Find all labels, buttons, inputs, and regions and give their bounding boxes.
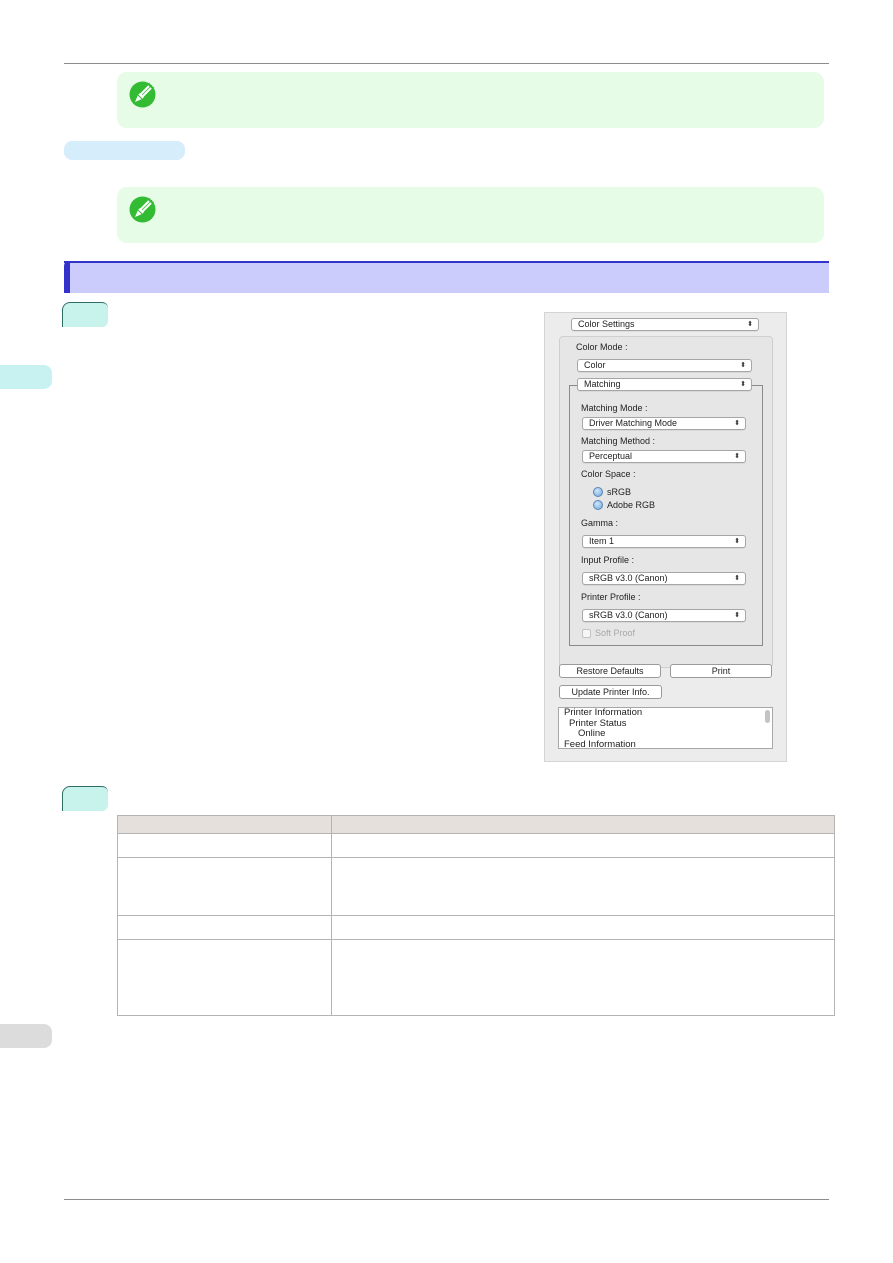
gamma-value: Item 1 — [589, 536, 615, 546]
printer-profile-select[interactable]: sRGB v3.0 (Canon) ⬍ — [582, 609, 746, 622]
restore-defaults-button[interactable]: Restore Defaults — [559, 664, 661, 678]
input-profile-select[interactable]: sRGB v3.0 (Canon) ⬍ — [582, 572, 746, 585]
table-cell — [117, 833, 332, 858]
matching-mode-label: Matching Mode : — [581, 403, 648, 413]
soft-proof-checkbox[interactable] — [582, 629, 591, 638]
section-heading — [64, 261, 829, 293]
select-arrows-icon: ⬍ — [734, 453, 740, 460]
chapter-tab[interactable] — [0, 365, 52, 389]
info-line: Feed Information — [564, 738, 636, 749]
footer-rule — [64, 1199, 829, 1200]
color-mode-select[interactable]: Color ⬍ — [577, 359, 752, 372]
page-tab — [0, 1024, 52, 1048]
matching-method-value: Perceptual — [589, 451, 633, 461]
printer-profile-value: sRGB v3.0 (Canon) — [589, 610, 668, 620]
radio-srgb[interactable] — [593, 487, 603, 497]
matching-method-label: Matching Method : — [581, 436, 656, 446]
table-row — [117, 939, 835, 1016]
step-marker — [62, 786, 108, 811]
radio-srgb-label: sRGB — [607, 487, 632, 497]
select-arrows-icon: ⬍ — [734, 420, 740, 427]
printer-profile-label: Printer Profile : — [581, 592, 641, 602]
table-header-cell — [331, 815, 835, 834]
note-box — [117, 187, 824, 243]
select-arrows-icon: ⬍ — [747, 321, 753, 328]
table-cell — [331, 857, 835, 916]
info-line: Printer Information — [564, 707, 643, 718]
color-space-label: Color Space : — [581, 469, 636, 479]
table-cell — [117, 939, 332, 1016]
color-mode-value: Color — [584, 360, 606, 370]
matching-mode-value: Driver Matching Mode — [589, 418, 678, 428]
pencil-note-icon — [129, 196, 156, 223]
input-profile-value: sRGB v3.0 (Canon) — [589, 573, 668, 583]
table-row — [117, 915, 835, 940]
print-button[interactable]: Print — [670, 664, 772, 678]
panel-select[interactable]: Color Settings ⬍ — [571, 318, 759, 331]
info-list-scrollbar[interactable] — [765, 710, 770, 723]
header-rule — [64, 63, 829, 64]
table-cell — [331, 915, 835, 940]
update-printer-info-button[interactable]: Update Printer Info. — [559, 685, 662, 699]
table-header-cell — [117, 815, 332, 834]
select-arrows-icon: ⬍ — [734, 538, 740, 545]
table-cell — [117, 857, 332, 916]
matching-mode-select[interactable]: Driver Matching Mode ⬍ — [582, 417, 746, 430]
soft-proof-label: Soft Proof — [595, 628, 636, 638]
select-arrows-icon: ⬍ — [740, 362, 746, 369]
input-profile-label: Input Profile : — [581, 555, 635, 565]
matching-group-value: Matching — [584, 379, 621, 389]
step-marker — [62, 302, 108, 327]
table-row — [117, 857, 835, 916]
matching-method-select[interactable]: Perceptual ⬍ — [582, 450, 746, 463]
radio-adobe-rgb[interactable] — [593, 500, 603, 510]
select-arrows-icon: ⬍ — [734, 575, 740, 582]
info-line: Online — [578, 728, 606, 739]
select-arrows-icon: ⬍ — [734, 612, 740, 619]
table-cell — [331, 939, 835, 1016]
table-cell — [331, 833, 835, 858]
table-row — [117, 833, 835, 858]
note-box — [117, 72, 824, 128]
printer-info-list[interactable]: Printer Information Printer Status Onlin… — [558, 707, 773, 749]
gamma-select[interactable]: Item 1 ⬍ — [582, 535, 746, 548]
settings-table — [117, 815, 835, 1016]
pencil-note-icon — [129, 81, 156, 108]
color-settings-dialog: Color Settings ⬍ Color Mode : Color ⬍ Ma… — [544, 312, 787, 762]
panel-select-value: Color Settings — [578, 319, 635, 329]
matching-group-select[interactable]: Matching ⬍ — [577, 378, 752, 391]
gamma-label: Gamma : — [581, 518, 619, 528]
radio-adobe-rgb-label: Adobe RGB — [607, 500, 656, 510]
color-mode-label: Color Mode : — [576, 342, 628, 352]
table-cell — [117, 915, 332, 940]
select-arrows-icon: ⬍ — [740, 381, 746, 388]
subheading-pill — [64, 141, 185, 160]
